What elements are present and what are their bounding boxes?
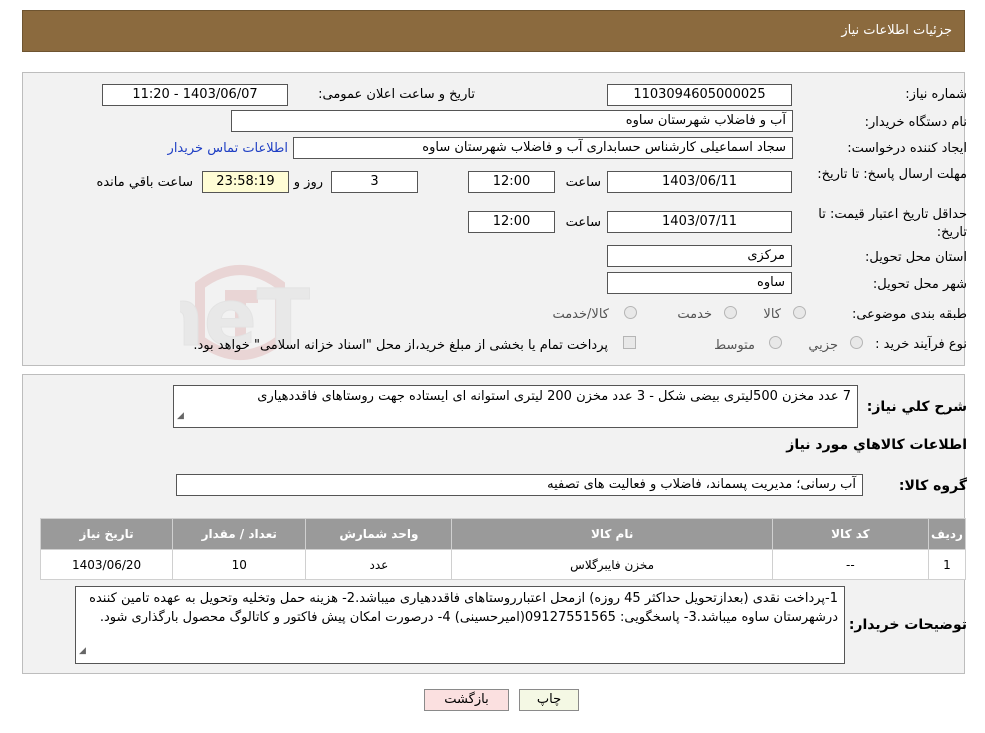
purchase-checkbox-treasury[interactable] bbox=[623, 336, 636, 349]
category-option-both: کالا/خدمت bbox=[552, 307, 609, 322]
col-quantity: تعداد / مقدار bbox=[172, 518, 307, 550]
table-row: 1 -- مخزن فایبرگلاس عدد 10 1403/06/20 bbox=[39, 549, 967, 580]
category-radio-service[interactable] bbox=[724, 306, 737, 319]
col-goods-name: نام کالا bbox=[451, 518, 773, 550]
purchase-type-label: نوع فرآیند خرید : bbox=[875, 337, 967, 352]
announce-datetime-field: 1403/06/07 - 11:20 bbox=[102, 84, 288, 106]
need-description-text: 7 عدد مخزن 500لیتری بیضی شکل - 3 عدد مخز… bbox=[257, 389, 851, 404]
print-button[interactable]: چاپ bbox=[519, 689, 579, 711]
remaining-label: ساعت باقي مانده bbox=[96, 175, 193, 190]
buyer-notes-field: 1-پرداخت نقدی (بعدازتحویل حداکثر 45 روزه… bbox=[75, 586, 845, 664]
days-label: روز و bbox=[293, 175, 323, 190]
cell-quantity: 10 bbox=[172, 549, 307, 580]
province-label: استان محل تحویل: bbox=[865, 250, 967, 265]
need-number-field: 1103094605000025 bbox=[607, 84, 792, 106]
buyer-notes-text: 1-پرداخت نقدی (بعدازتحویل حداکثر 45 روزه… bbox=[89, 591, 838, 625]
province-field: مرکزی bbox=[607, 245, 792, 267]
purchase-option-medium: متوسط bbox=[714, 338, 755, 353]
remaining-time-field: 23:58:19 bbox=[202, 171, 289, 193]
goods-group-field: آب رسانی؛ مدیریت پسماند، فاضلاب و فعالیت… bbox=[176, 474, 863, 496]
resize-handle-icon[interactable]: ◢ bbox=[79, 642, 86, 661]
goods-info-heading: اطلاعات كالاهاي مورد نياز bbox=[786, 437, 967, 453]
goods-group-label: گروه كالا: bbox=[898, 478, 967, 494]
category-radio-goods[interactable] bbox=[793, 306, 806, 319]
purchase-treasury-note: پرداخت تمام یا بخشی از مبلغ خرید،از محل … bbox=[193, 338, 608, 353]
buyer-org-field: آب و فاضلاب شهرستان ساوه bbox=[231, 110, 793, 132]
resize-handle-icon[interactable]: ◢ bbox=[177, 408, 184, 425]
cell-goods-name: مخزن فایبرگلاس bbox=[451, 549, 773, 580]
announce-datetime-label: تاریخ و ساعت اعلان عمومی: bbox=[318, 87, 475, 102]
cell-need-date: 1403/06/20 bbox=[39, 549, 174, 580]
buyer-notes-label: توضیحات خریدار: bbox=[848, 617, 967, 633]
validity-time-label: ساعت bbox=[565, 215, 601, 230]
days-field: 3 bbox=[331, 171, 418, 193]
purchase-radio-minor[interactable] bbox=[850, 336, 863, 349]
col-row-number: رديف bbox=[927, 518, 967, 550]
validity-time-field: 12:00 bbox=[468, 211, 555, 233]
deadline-date-field: 1403/06/11 bbox=[607, 171, 792, 193]
col-goods-code: کد کالا bbox=[771, 518, 929, 550]
deadline-time-label: ساعت bbox=[565, 175, 601, 190]
requester-label: ایجاد کننده درخواست: bbox=[847, 141, 967, 156]
page-title: جزئیات اطلاعات نیاز bbox=[841, 23, 952, 38]
category-label: طبقه بندی موضوعی: bbox=[851, 307, 967, 322]
city-field: ساوه bbox=[607, 272, 792, 294]
page-header: جزئیات اطلاعات نیاز bbox=[22, 10, 965, 52]
cell-unit: عدد bbox=[305, 549, 453, 580]
need-number-label: شماره نیاز: bbox=[905, 87, 967, 102]
requester-field: سجاد اسماعیلی کارشناس حسابداری آب و فاضل… bbox=[293, 137, 793, 159]
deadline-label: مهلت ارسال پاسخ: تا تاریخ: bbox=[817, 167, 967, 182]
cell-row-number: 1 bbox=[927, 549, 967, 580]
back-button[interactable]: بازگشت bbox=[424, 689, 509, 711]
deadline-time-field: 12:00 bbox=[468, 171, 555, 193]
col-unit: واحد شمارش bbox=[305, 518, 453, 550]
category-radio-both[interactable] bbox=[624, 306, 637, 319]
cell-goods-code: -- bbox=[771, 549, 929, 580]
buyer-contact-link[interactable]: اطلاعات تماس خریدار bbox=[168, 141, 288, 156]
purchase-option-minor: جزيي bbox=[808, 338, 838, 353]
purchase-radio-medium[interactable] bbox=[769, 336, 782, 349]
need-description-label: شرح كلي نياز: bbox=[866, 399, 967, 415]
col-need-date: تاریخ نیاز bbox=[39, 518, 174, 550]
price-validity-label: حداقل تاریخ اعتبار قیمت: تا تاریخ: bbox=[818, 207, 967, 240]
buyer-org-label: نام دستگاه خریدار: bbox=[864, 115, 967, 130]
goods-table: رديف کد کالا نام کالا واحد شمارش تعداد /… bbox=[39, 518, 967, 580]
category-option-service: خدمت bbox=[677, 307, 712, 322]
table-header-row: رديف کد کالا نام کالا واحد شمارش تعداد /… bbox=[39, 518, 967, 550]
city-label: شهر محل تحویل: bbox=[872, 277, 967, 292]
validity-date-field: 1403/07/11 bbox=[607, 211, 792, 233]
category-option-goods: کالا bbox=[763, 307, 781, 322]
need-description-field: 7 عدد مخزن 500لیتری بیضی شکل - 3 عدد مخز… bbox=[173, 385, 858, 428]
